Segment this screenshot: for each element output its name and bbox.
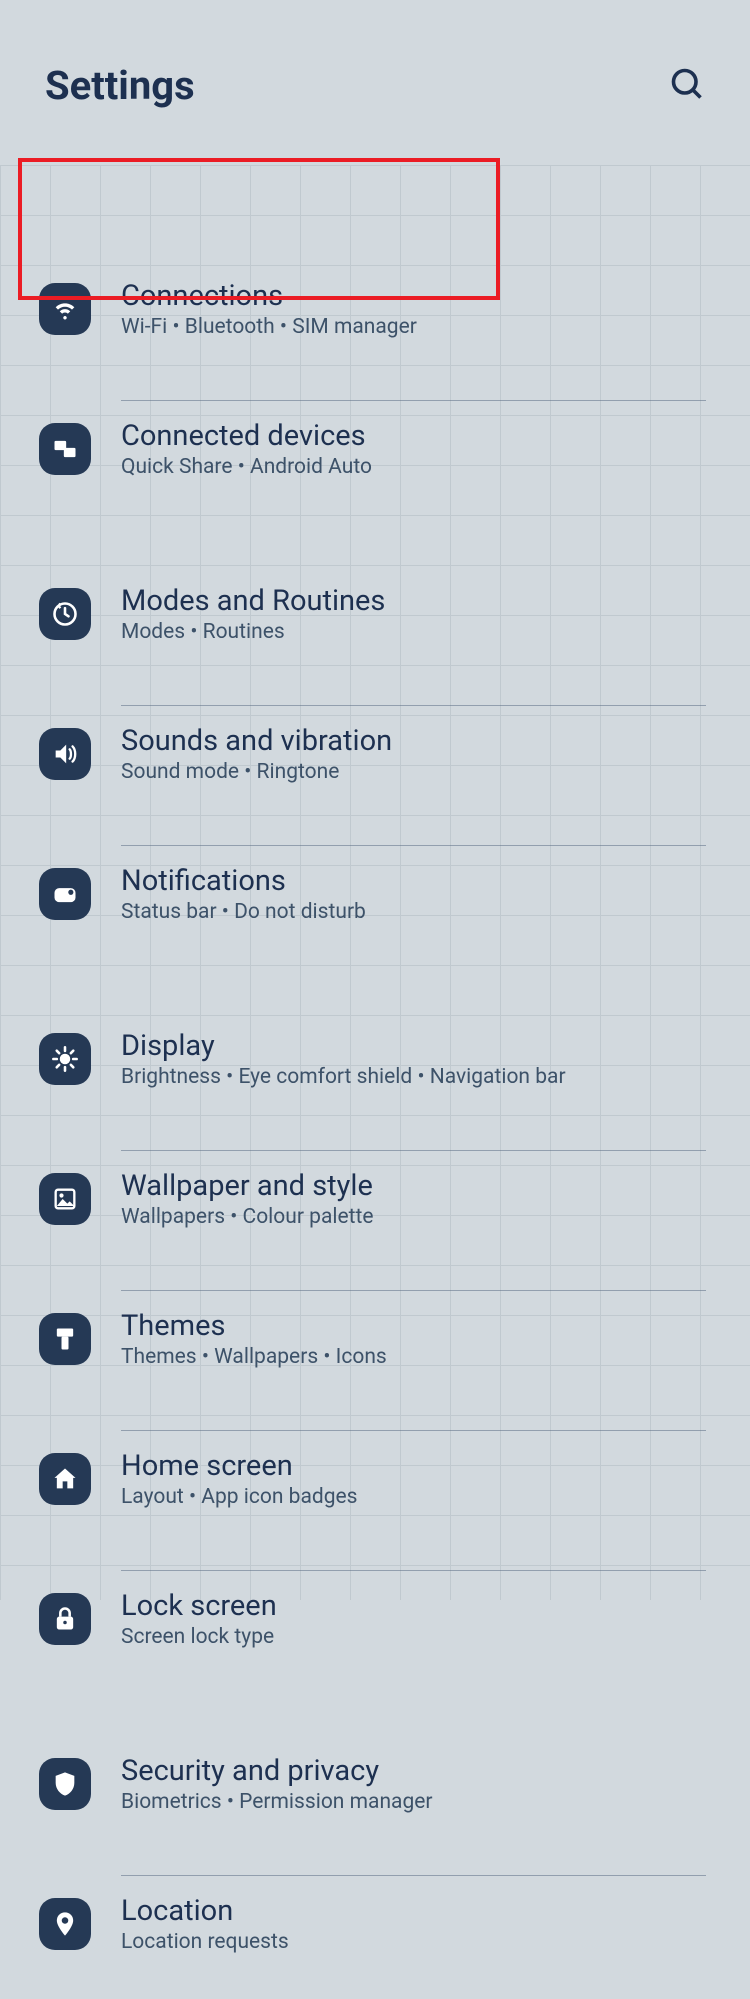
item-subtitle: Modes • Routines — [121, 620, 711, 644]
item-subtitle: Wi-Fi • Bluetooth • SIM manager — [121, 315, 711, 339]
item-texts: Home screenLayout • App icon badges — [121, 1449, 711, 1509]
settings-item-home-screen[interactable]: Home screenLayout • App icon badges — [4, 1449, 746, 1554]
location-icon — [39, 1898, 91, 1950]
devices-icon — [39, 423, 91, 475]
item-texts: Connected devicesQuick Share • Android A… — [121, 419, 711, 479]
item-texts: Modes and RoutinesModes • Routines — [121, 584, 711, 644]
item-title: Sounds and vibration — [121, 724, 711, 758]
notifications-icon — [39, 868, 91, 920]
settings-item-wallpaper-style[interactable]: Wallpaper and styleWallpapers • Colour p… — [4, 1169, 746, 1274]
wallpaper-icon — [39, 1173, 91, 1225]
item-texts: NotificationsStatus bar • Do not disturb — [121, 864, 711, 924]
item-subtitle: Layout • App icon badges — [121, 1485, 711, 1509]
settings-item-lock-screen[interactable]: Lock screenScreen lock type — [4, 1589, 746, 1694]
settings-item-modes-routines[interactable]: Modes and RoutinesModes • Routines — [4, 584, 746, 689]
divider — [121, 400, 706, 401]
item-title: Connected devices — [121, 419, 711, 453]
item-title: Display — [121, 1029, 711, 1063]
item-subtitle: Quick Share • Android Auto — [121, 455, 711, 479]
divider — [121, 705, 706, 706]
divider — [121, 1150, 706, 1151]
modes-icon — [39, 588, 91, 640]
settings-item-connections[interactable]: ConnectionsWi-Fi • Bluetooth • SIM manag… — [4, 279, 746, 384]
settings-item-themes[interactable]: ThemesThemes • Wallpapers • Icons — [4, 1309, 746, 1414]
page-title: Settings — [45, 62, 195, 109]
item-title: Notifications — [121, 864, 711, 898]
settings-item-location[interactable]: LocationLocation requests — [4, 1894, 746, 1999]
settings-item-notifications[interactable]: NotificationsStatus bar • Do not disturb — [4, 864, 746, 969]
item-subtitle: Location requests — [121, 1930, 711, 1954]
item-texts: DisplayBrightness • Eye comfort shield •… — [121, 1029, 711, 1089]
settings-list: ConnectionsWi-Fi • Bluetooth • SIM manag… — [0, 109, 750, 1999]
item-title: Location — [121, 1894, 711, 1928]
settings-group: Security and privacyBiometrics • Permiss… — [4, 1754, 746, 1999]
item-subtitle: Wallpapers • Colour palette — [121, 1205, 711, 1229]
item-texts: LocationLocation requests — [121, 1894, 711, 1954]
shield-icon — [39, 1758, 91, 1810]
wifi-icon — [39, 283, 91, 335]
settings-item-sounds-vibration[interactable]: Sounds and vibrationSound mode • Rington… — [4, 724, 746, 829]
item-title: Security and privacy — [121, 1754, 711, 1788]
item-title: Connections — [121, 279, 711, 313]
divider — [121, 1290, 706, 1291]
divider — [121, 845, 706, 846]
header: Settings — [0, 0, 750, 109]
item-texts: ThemesThemes • Wallpapers • Icons — [121, 1309, 711, 1369]
search-button[interactable] — [669, 66, 705, 106]
item-subtitle: Themes • Wallpapers • Icons — [121, 1345, 711, 1369]
item-texts: Sounds and vibrationSound mode • Rington… — [121, 724, 711, 784]
item-texts: Lock screenScreen lock type — [121, 1589, 711, 1649]
settings-item-connected-devices[interactable]: Connected devicesQuick Share • Android A… — [4, 419, 746, 524]
item-subtitle: Screen lock type — [121, 1625, 711, 1649]
item-texts: Security and privacyBiometrics • Permiss… — [121, 1754, 711, 1814]
settings-item-security-privacy[interactable]: Security and privacyBiometrics • Permiss… — [4, 1754, 746, 1859]
item-subtitle: Sound mode • Ringtone — [121, 760, 711, 784]
themes-icon — [39, 1313, 91, 1365]
settings-group: ConnectionsWi-Fi • Bluetooth • SIM manag… — [4, 279, 746, 524]
settings-group: Modes and RoutinesModes • Routines Sounds… — [4, 584, 746, 969]
item-title: Themes — [121, 1309, 711, 1343]
home-icon — [39, 1453, 91, 1505]
settings-group: DisplayBrightness • Eye comfort shield •… — [4, 1029, 746, 1694]
sound-icon — [39, 728, 91, 780]
item-title: Modes and Routines — [121, 584, 711, 618]
search-icon — [669, 66, 705, 102]
item-subtitle: Biometrics • Permission manager — [121, 1790, 711, 1814]
item-title: Home screen — [121, 1449, 711, 1483]
item-title: Lock screen — [121, 1589, 711, 1623]
item-texts: Wallpaper and styleWallpapers • Colour p… — [121, 1169, 711, 1229]
item-title: Wallpaper and style — [121, 1169, 711, 1203]
divider — [121, 1570, 706, 1571]
display-icon — [39, 1033, 91, 1085]
item-subtitle: Brightness • Eye comfort shield • Naviga… — [121, 1065, 711, 1089]
item-subtitle: Status bar • Do not disturb — [121, 900, 711, 924]
settings-item-display[interactable]: DisplayBrightness • Eye comfort shield •… — [4, 1029, 746, 1134]
divider — [121, 1875, 706, 1876]
item-texts: ConnectionsWi-Fi • Bluetooth • SIM manag… — [121, 279, 711, 339]
lock-icon — [39, 1593, 91, 1645]
divider — [121, 1430, 706, 1431]
